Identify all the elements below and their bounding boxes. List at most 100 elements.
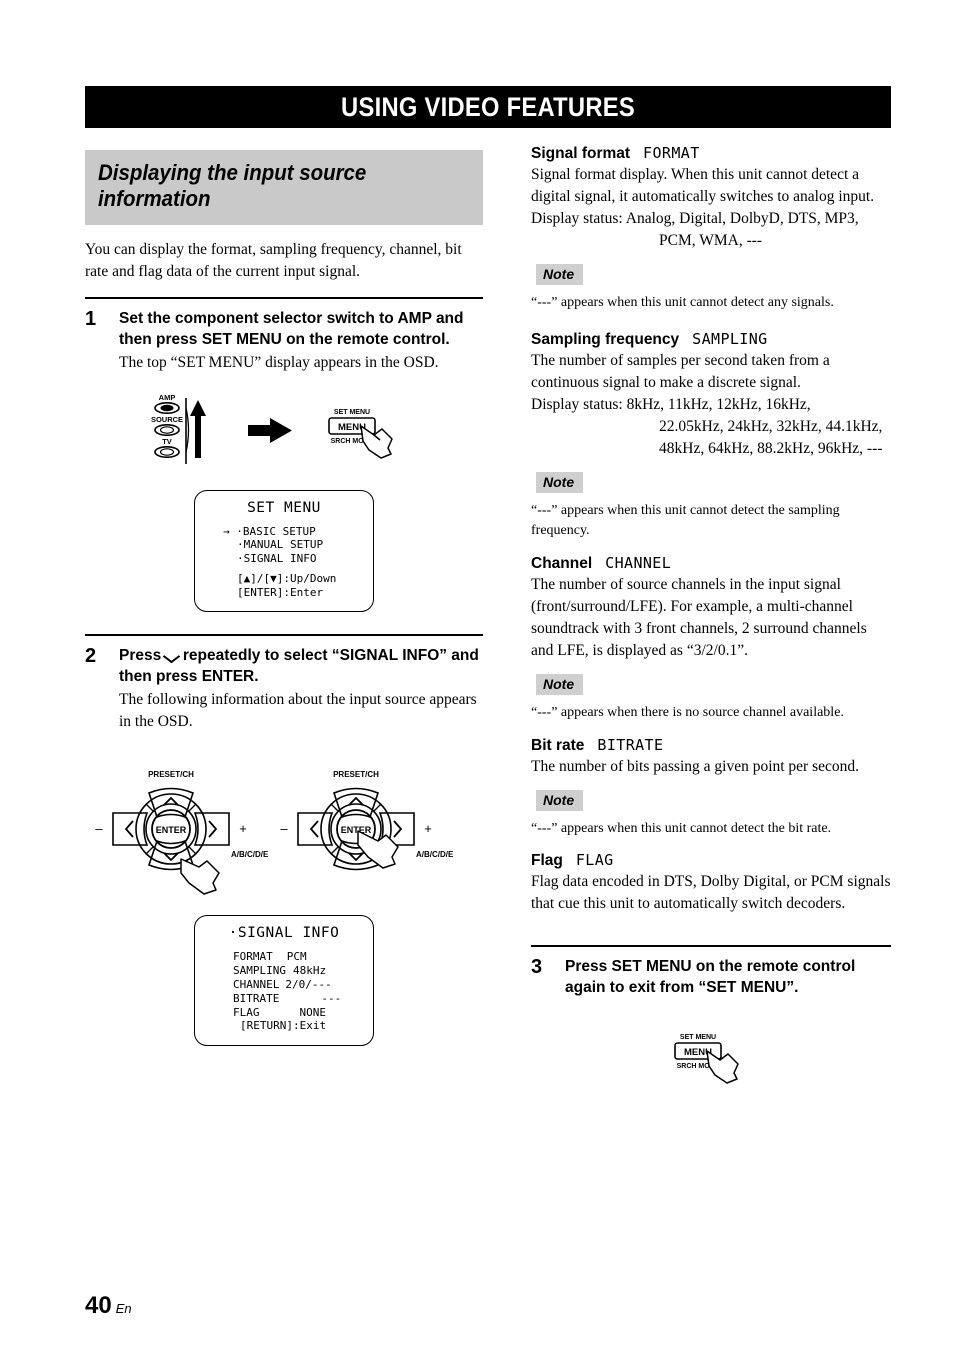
osd-item-signal-info: ·SIGNAL INFO <box>237 551 317 565</box>
figure-selector-switch-and-menu: AMP SOURCE TV SET MENU MENU SRCH MODE <box>85 390 483 472</box>
osd-row-flag-label: FLAG <box>233 1005 260 1019</box>
nav-pad-right-minus-label: – <box>280 821 288 836</box>
osd-row-format-value: PCM <box>286 950 307 964</box>
osd-item-basic-setup: ·BASIC SETUP <box>236 524 316 538</box>
nav-pad-right: PRESET/CH ENTER – + A/B/C/D/E <box>280 770 454 871</box>
osd-signal-info: ·SIGNAL INFO FORMAT PCM SAMPLING 48kHz CHA… <box>194 915 374 1047</box>
osd-row-bitrate-value: --- <box>321 991 342 1005</box>
osd-set-menu: SET MENU → ·BASIC SETUP ·MANUAL SETUP ·S… <box>194 489 374 612</box>
nav-pad-left-preset-label: PRESET/CH <box>148 770 194 779</box>
nav-pad-left-minus-label: – <box>95 821 103 836</box>
step-2: 2 Press repeatedly to select “SIGNAL INF… <box>85 633 483 1047</box>
note-badge: Note <box>536 789 584 811</box>
term-sampling-frequency-display-status: Display status: 8kHz, 11kHz, 12kHz, 16kH… <box>531 394 891 416</box>
osd-row-channel-label: CHANNEL <box>233 977 280 991</box>
term-sampling-frequency-desc: The number of samples per second taken f… <box>531 351 830 391</box>
step-1: 1 Set the component selector switch to A… <box>85 296 483 612</box>
osd-hint-enter: [ENTER]:Enter <box>237 585 324 599</box>
osd-set-menu-body: → ·BASIC SETUP ·MANUAL SETUP ·SIGNAL INF… <box>195 525 373 599</box>
term-signal-format-note: “---” appears when this unit cannot dete… <box>531 295 834 310</box>
display-status-line1: 8kHz, 11kHz, 12kHz, 16kHz, <box>626 395 811 413</box>
osd-exit-hint: [RETURN]:Exit <box>240 1019 327 1033</box>
term-signal-format-display-status: Display status: Analog, Digital, DolbyD,… <box>531 208 891 230</box>
step-3-title: Press SET MENU on the remote control aga… <box>565 958 856 997</box>
osd-row-format-label: FORMAT <box>233 950 273 964</box>
note-badge: Note <box>536 264 584 285</box>
term-flag-name: Flag <box>531 852 563 870</box>
step-3: 3 Press SET MENU on the remote control a… <box>531 945 891 1086</box>
term-channel: Channel CHANNEL The number of source cha… <box>531 554 891 723</box>
term-signal-format: Signal format FORMAT Signal format displ… <box>531 144 891 313</box>
term-flag: Flag FLAG Flag data encoded in DTS, Dolb… <box>531 851 891 915</box>
term-signal-format-desc: Signal format display. When this unit ca… <box>531 166 875 205</box>
term-sampling-frequency: Sampling frequency SAMPLING The number o… <box>531 330 891 541</box>
left-column: Displaying the input source information … <box>85 150 483 1047</box>
step-3-number: 3 <box>531 956 543 979</box>
display-status-line2: PCM, WMA, --- <box>659 232 763 249</box>
osd-row-sampling-value: 48kHz <box>292 963 327 977</box>
arrow-up-icon <box>190 399 206 458</box>
figure-menu-button-exit: SET MENU MENU SRCH MODE <box>531 1027 891 1087</box>
osd-item-manual-setup: ·MANUAL SETUP <box>237 538 324 552</box>
term-sampling-frequency-note: “---” appears when this unit cannot dete… <box>531 502 840 538</box>
term-signal-format-heading: Signal format FORMAT <box>531 144 891 163</box>
section-heading: Displaying the input source information <box>98 160 367 212</box>
pointing-hand-icon <box>180 858 220 895</box>
term-bit-rate-name: Bit rate <box>531 736 585 754</box>
arrow-right-icon <box>248 417 292 443</box>
page-title: USING VIDEO FEATURES <box>341 91 635 122</box>
term-flag-code: FLAG <box>575 851 614 870</box>
term-channel-heading: Channel CHANNEL <box>531 554 891 573</box>
svg-text:SET MENU: SET MENU <box>334 409 370 416</box>
nav-pad-right-plus-label: + <box>424 821 432 836</box>
term-bit-rate-desc: The number of bits passing a given point… <box>531 757 860 775</box>
nav-pad-right-abcde-label: A/B/C/D/E <box>416 850 454 859</box>
osd-row-bitrate-label: BITRATE <box>233 991 280 1005</box>
step-1-description: The top “SET MENU” display appears in th… <box>119 353 439 371</box>
term-channel-note: “---” appears when there is no source ch… <box>531 704 844 720</box>
term-signal-format-code: FORMAT <box>643 144 700 162</box>
svg-text:SET MENU: SET MENU <box>680 1034 716 1041</box>
display-status-label: Display status: <box>531 210 623 227</box>
svg-text:SOURCE: SOURCE <box>151 415 183 424</box>
page-number: 40 <box>85 1292 112 1319</box>
nav-pad-left-plus-label: + <box>239 821 247 836</box>
display-status-line3: 48kHz, 64kHz, 88.2kHz, 96kHz, --- <box>659 439 883 457</box>
nav-pad-right-preset-label: PRESET/CH <box>333 770 379 779</box>
page-language: En <box>115 1301 132 1316</box>
term-signal-format-name: Signal format <box>531 145 631 162</box>
term-channel-name: Channel <box>531 554 593 572</box>
term-sampling-frequency-heading: Sampling frequency SAMPLING <box>531 330 891 349</box>
svg-text:AMP: AMP <box>159 393 176 402</box>
nav-pad-left-enter-label: ENTER <box>156 825 187 835</box>
display-status-line1: Analog, Digital, DolbyD, DTS, MP3, <box>625 210 859 227</box>
nav-pad-right-enter-label: ENTER <box>341 825 372 835</box>
osd-row-flag-value: NONE <box>299 1005 327 1019</box>
nav-pad-left: PRESET/CH ENTER – + A/B/C/D/E <box>95 770 269 895</box>
note-badge: Note <box>536 471 584 493</box>
osd-signal-info-rows: FORMAT PCM SAMPLING 48kHz CHANNEL 2/0/--- B… <box>195 950 373 1033</box>
chevron-down-icon <box>166 651 179 659</box>
pointing-hand-icon <box>360 425 393 459</box>
osd-set-menu-title: SET MENU <box>247 499 321 516</box>
figure-nav-pads: PRESET/CH ENTER – + A/B/C/D/E PRESET/CH … <box>85 747 483 897</box>
term-sampling-frequency-name: Sampling frequency <box>531 330 680 348</box>
step-1-title: Set the component selector switch to AMP… <box>119 309 464 348</box>
term-flag-desc: Flag data encoded in DTS, Dolby Digital,… <box>531 873 891 913</box>
display-status-line2: 22.05kHz, 24kHz, 32kHz, 44.1kHz, <box>659 417 883 435</box>
term-bit-rate-code: BITRATE <box>597 735 664 754</box>
page-banner: USING VIDEO FEATURES <box>85 86 891 128</box>
term-channel-code: CHANNEL <box>605 553 672 572</box>
display-status-label: Display status: <box>531 395 623 413</box>
selector-switch-icon: AMP SOURCE TV <box>151 393 183 458</box>
term-bit-rate: Bit rate BITRATE The number of bits pass… <box>531 736 891 839</box>
step-2-title-before: Press <box>119 646 162 664</box>
section-intro: You can display the format, sampling fre… <box>85 240 462 280</box>
osd-cursor: → <box>223 524 230 538</box>
nav-pad-left-abcde-label: A/B/C/D/E <box>231 850 269 859</box>
step-2-description: The following information about the inpu… <box>119 691 477 731</box>
section-heading-band: Displaying the input source information <box>85 150 483 225</box>
term-bit-rate-heading: Bit rate BITRATE <box>531 736 891 755</box>
term-sampling-frequency-code: SAMPLING <box>692 329 768 348</box>
osd-row-sampling-label: SAMPLING <box>233 963 286 977</box>
